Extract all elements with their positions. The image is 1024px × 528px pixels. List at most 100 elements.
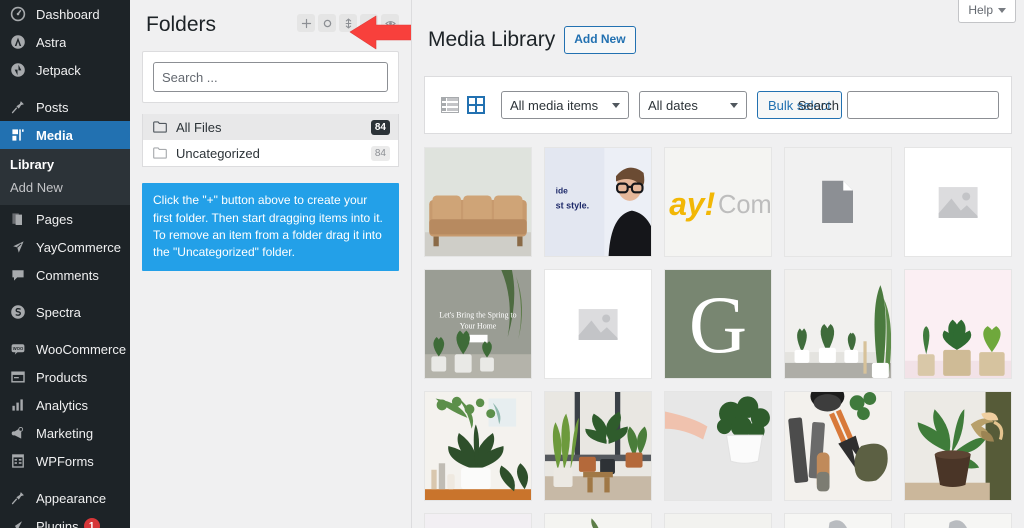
sidebar-item-astra[interactable]: Astra (0, 28, 130, 56)
sidebar-item-label: Products (36, 369, 88, 385)
appearance-brush-icon (8, 488, 28, 508)
media-search-input[interactable] (847, 91, 999, 120)
folders-title: Folders (146, 13, 217, 36)
media-library-main: Help Media Library Add New All media ite… (412, 0, 1024, 528)
svg-text:Let's Bring the Spring to: Let's Bring the Spring to (439, 311, 516, 320)
sidebar-item-products[interactable]: Products (0, 363, 130, 391)
folder-label: Uncategorized (176, 145, 260, 161)
media-toolbar: All media items All dates Bulk select Se… (424, 76, 1012, 135)
thumb-plant-interior[interactable] (424, 391, 532, 502)
sidebar-item-label: Analytics (36, 397, 89, 413)
wpforms-icon (8, 451, 28, 471)
sidebar-item-marketing[interactable]: Marketing (0, 419, 130, 447)
svg-text:WOO: WOO (13, 346, 24, 351)
sidebar-item-label: YayCommerce (36, 239, 122, 255)
submenu-item-add-new[interactable]: Add New (0, 176, 130, 199)
analytics-icon (8, 395, 28, 415)
folder-row-uncategorized[interactable]: Uncategorized 84 (143, 140, 398, 166)
chevron-down-icon (612, 102, 620, 108)
thumb-hand-holding-plant[interactable] (664, 391, 772, 502)
submenu-item-library[interactable]: Library (0, 153, 130, 176)
thumbnail-image: G (665, 270, 771, 379)
thumbnail-image (665, 392, 771, 501)
media-search-label: Search (797, 97, 839, 113)
thumb-plant-window[interactable] (544, 391, 652, 502)
thumbnail-image (665, 514, 771, 528)
sidebar-item-appearance[interactable]: Appearance (0, 484, 130, 512)
folder-row-all-files[interactable]: All Files 84 (143, 114, 398, 141)
svg-text:st style.: st style. (556, 201, 589, 211)
thumb-g-logo[interactable]: G (664, 269, 772, 380)
expand-collapse-icon[interactable] (339, 14, 357, 32)
svg-text:ay!: ay! (669, 186, 715, 222)
date-filter[interactable]: All dates (639, 91, 747, 120)
list-view-icon[interactable] (439, 94, 461, 116)
svg-text:ide: ide (556, 185, 568, 195)
sidebar-item-pages[interactable]: Pages (0, 205, 130, 233)
folder-icon (153, 120, 169, 134)
folders-tip-box: Click the "+" button above to create you… (142, 183, 399, 271)
sidebar-item-plugins[interactable]: Plugins 1 (0, 512, 130, 528)
thumbnail-image (785, 514, 891, 528)
sidebar-item-label: Spectra (36, 304, 81, 320)
thumb-potted-plants-shelf[interactable] (784, 269, 892, 380)
folder-search-input[interactable] (153, 62, 388, 93)
refresh-circle-icon[interactable] (318, 14, 336, 32)
media-type-filter[interactable]: All media items (501, 91, 629, 120)
thumb-image-placeholder-1[interactable] (904, 147, 1012, 258)
plugins-icon (8, 516, 28, 528)
thumbnail-image: ay!Comm (665, 148, 771, 257)
date-filter-value: All dates (648, 97, 698, 113)
thumb-garden-tools[interactable] (784, 391, 892, 502)
thumbnail-image (425, 514, 531, 528)
sidebar-item-media[interactable]: Media (0, 121, 130, 149)
sidebar-item-posts[interactable]: Posts (0, 93, 130, 121)
folder-label: All Files (176, 119, 222, 135)
thumb-cactus-pink[interactable] (904, 269, 1012, 380)
chevron-down-icon (730, 102, 738, 108)
visibility-eye-icon[interactable] (381, 14, 399, 32)
marketing-megaphone-icon (8, 423, 28, 443)
grid-view-icon[interactable] (465, 94, 487, 116)
thumb-leaf-blade[interactable] (664, 513, 772, 528)
thumb-snake-plant[interactable] (424, 513, 532, 528)
add-new-button[interactable]: Add New (564, 26, 636, 54)
thumb-shears-1[interactable] (784, 513, 892, 528)
sidebar-item-label: Pages (36, 211, 73, 227)
sidebar-item-dashboard[interactable]: Dashboard (0, 0, 130, 28)
media-grid: ide st style. ay!Comm Let's Bring the Sprin… (424, 147, 1012, 528)
thumbnail-image (545, 514, 651, 528)
sidebar-item-wpforms[interactable]: WPForms (0, 447, 130, 475)
thumb-man-banner[interactable]: ide st style. (544, 147, 652, 258)
sidebar-item-label: Jetpack (36, 62, 81, 78)
sidebar-item-jetpack[interactable]: Jetpack (0, 56, 130, 84)
spectra-icon (8, 302, 28, 322)
thumb-shears-2[interactable] (904, 513, 1012, 528)
sidebar-item-comments[interactable]: Comments (0, 261, 130, 289)
folder-count-badge: 84 (370, 119, 390, 135)
sidebar-item-analytics[interactable]: Analytics (0, 391, 130, 419)
sort-icon[interactable] (360, 14, 378, 32)
thumb-leather-sofa[interactable] (424, 147, 532, 258)
thumb-tall-leaf[interactable] (544, 513, 652, 528)
folders-panel: Folders All Files 84 Uncategorized 84 Click… (130, 0, 412, 528)
help-button[interactable]: Help (958, 0, 1016, 23)
thumb-watering-plant[interactable] (904, 391, 1012, 502)
help-label: Help (968, 3, 993, 17)
sidebar-item-yaycommerce[interactable]: YayCommerce (0, 233, 130, 261)
thumb-yay-logo[interactable]: ay!Comm (664, 147, 772, 258)
svg-text:Comm: Comm (718, 191, 771, 219)
products-icon (8, 367, 28, 387)
sidebar-item-woocommerce[interactable]: WOO WooCommerce (0, 335, 130, 363)
add-folder-icon[interactable] (297, 14, 315, 32)
thumb-spring-banner[interactable]: Let's Bring the Spring to Your Home (424, 269, 532, 380)
media-icon (8, 125, 28, 145)
sidebar-item-label: Dashboard (36, 6, 100, 22)
wordpress-admin-screen: Dashboard Astra Jetpack Posts Media Library Ad… (0, 0, 1024, 528)
thumbnail-image: ide st style. (545, 148, 651, 257)
sidebar-item-spectra[interactable]: Spectra (0, 298, 130, 326)
thumb-document-placeholder[interactable] (784, 147, 892, 258)
thumb-image-placeholder-2[interactable] (544, 269, 652, 380)
thumbnail-image (425, 148, 531, 257)
sidebar-item-label: Astra (36, 34, 67, 50)
